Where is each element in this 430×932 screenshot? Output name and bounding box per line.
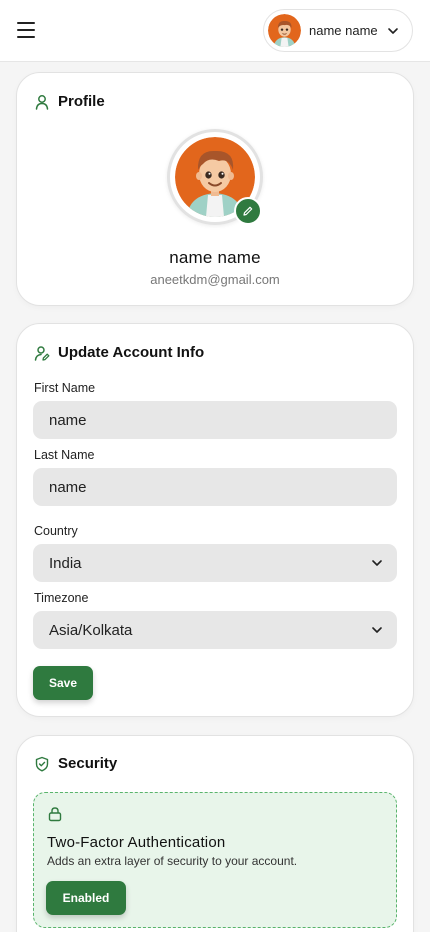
lock-icon [48,807,62,822]
profile-email: aneetkdm@gmail.com [150,272,280,287]
two-factor-enabled-button[interactable]: Enabled [46,881,126,915]
account-title: Update Account Info [58,344,205,361]
security-card: Security Two-Factor Authentication Adds … [16,735,414,932]
country-select[interactable]: India [33,544,397,582]
user-name: name name [309,23,378,38]
profile-avatar [167,129,263,225]
profile-title: Profile [58,93,105,110]
shield-check-icon [35,756,49,771]
first-name-value: name [49,411,87,429]
profile-name: name name [169,248,261,267]
timezone-value: Asia/Kolkata [49,621,133,639]
country-label: Country [34,524,78,538]
hamburger-icon[interactable] [17,21,35,39]
profile-card: Profile name name aneetkdm@gmail.com [16,72,414,306]
save-button[interactable]: Save [33,666,93,700]
last-name-field[interactable]: name [33,468,397,506]
country-value: India [49,554,82,572]
first-name-field[interactable]: name [33,401,397,439]
pencil-icon [243,206,253,216]
top-bar: name name [0,0,430,62]
profile-header: Profile [34,93,105,110]
first-name-label: First Name [34,381,96,395]
last-name-label: Last Name [34,448,95,462]
two-factor-panel: Two-Factor Authentication Adds an extra … [33,792,397,928]
chevron-down-icon [387,27,398,34]
chevron-down-icon [372,560,382,566]
account-header: Update Account Info [34,344,204,361]
chevron-down-icon [372,627,382,633]
two-factor-title: Two-Factor Authentication [47,834,226,851]
timezone-select[interactable]: Asia/Kolkata [33,611,397,649]
last-name-value: name [49,478,87,496]
user-icon [35,94,49,110]
edit-avatar-button[interactable] [234,197,262,225]
user-menu-button[interactable]: name name [263,9,413,52]
account-info-card: Update Account Info First Name name Last… [16,323,414,717]
avatar [268,14,301,47]
user-edit-icon [34,345,50,361]
two-factor-description: Adds an extra layer of security to your … [47,854,298,868]
security-title: Security [58,755,118,772]
timezone-label: Timezone [34,591,89,605]
security-header: Security [34,755,117,772]
